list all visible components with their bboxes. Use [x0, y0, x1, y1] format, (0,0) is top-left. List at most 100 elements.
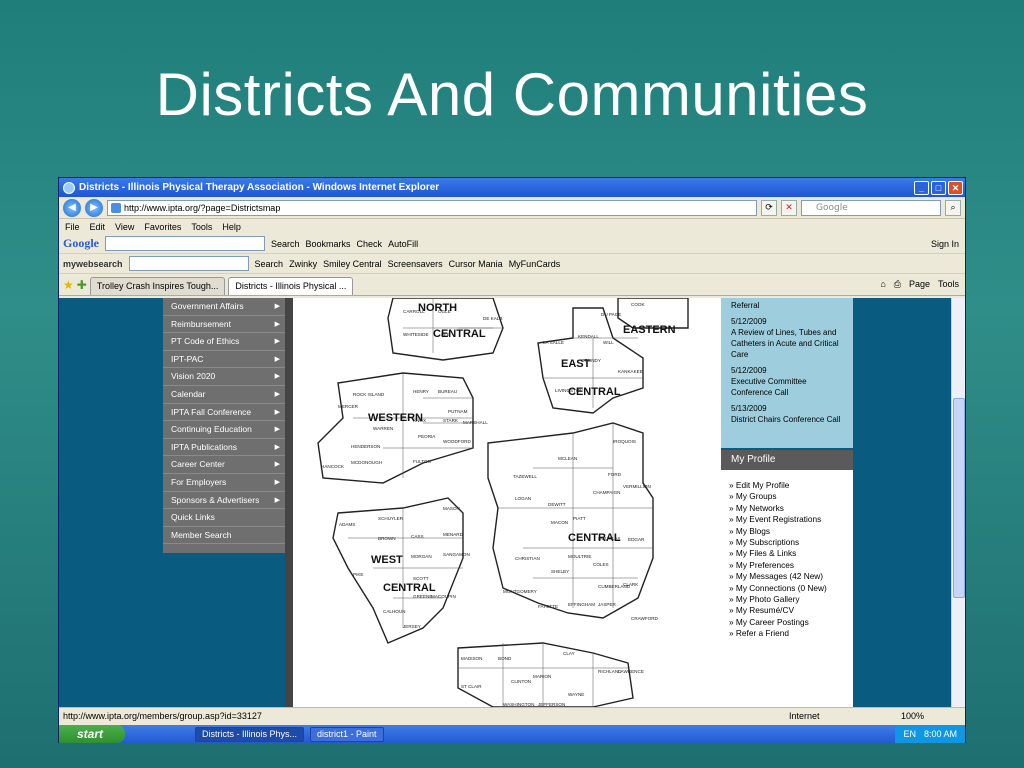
tab-trolley[interactable]: Trolley Crash Inspires Tough... [89, 277, 226, 295]
vertical-scrollbar[interactable] [951, 298, 965, 707]
district-map[interactable]: NORTH CENTRAL EASTERN EAST CENTRAL WESTERN CEN… [293, 298, 721, 707]
favorites-star-icon[interactable]: ★ [63, 278, 74, 292]
county-label: GRUNDY [581, 358, 601, 363]
profile-link[interactable]: » My Subscriptions [729, 537, 845, 548]
chevron-right-icon: ▶ [274, 373, 280, 381]
task-ie[interactable]: Districts - Illinois Phys... [195, 726, 305, 742]
profile-link[interactable]: » My Groups [729, 491, 845, 502]
sidebar-item[interactable]: Member Search [163, 527, 285, 545]
sidebar-item[interactable]: Quick Links [163, 509, 285, 527]
smiley-central-button[interactable]: Smiley Central [323, 259, 382, 269]
cursor-mania-button[interactable]: Cursor Mania [449, 259, 503, 269]
county-label: PIATT [573, 516, 586, 521]
profile-link[interactable]: » My Connections (0 New) [729, 583, 845, 594]
news-link[interactable]: Executive Committee Conference Call [731, 377, 807, 397]
sidebar-item[interactable]: Sponsors & Advertisers ▶ [163, 492, 285, 510]
minimize-button[interactable]: _ [914, 180, 929, 195]
county-label: COOK [631, 302, 645, 307]
sidebar-item[interactable]: Government Affairs ▶ [163, 298, 285, 316]
profile-link[interactable]: » My Photo Gallery [729, 594, 845, 605]
profile-link[interactable]: » My Resumé/CV [729, 605, 845, 616]
menu-edit[interactable]: Edit [90, 222, 106, 232]
myfuncards-button[interactable]: MyFunCards [509, 259, 561, 269]
menu-view[interactable]: View [115, 222, 134, 232]
websearch-button[interactable]: Search [255, 259, 284, 269]
sidebar-item[interactable]: Continuing Education ▶ [163, 421, 285, 439]
sidebar-item[interactable]: PT Code of Ethics ▶ [163, 333, 285, 351]
screensavers-button[interactable]: Screensavers [388, 259, 443, 269]
district-label: WEST [371, 554, 403, 566]
county-label: CLAY [563, 651, 575, 656]
close-button[interactable]: ✕ [948, 180, 963, 195]
page-menu[interactable]: Page [909, 279, 930, 290]
check-button[interactable]: Check [357, 239, 383, 249]
task-paint[interactable]: district1 - Paint [310, 726, 384, 742]
menu-tools[interactable]: Tools [191, 222, 212, 232]
sidebar-item[interactable]: Vision 2020 ▶ [163, 368, 285, 386]
home-icon[interactable]: ⌂ [880, 279, 885, 290]
zwinky-button[interactable]: Zwinky [289, 259, 317, 269]
menu-file[interactable]: File [65, 222, 80, 232]
county-label: KNOX [413, 418, 426, 423]
tab-districts[interactable]: Districts - Illinois Physical ... [228, 277, 354, 295]
tools-menu[interactable]: Tools [938, 279, 959, 290]
back-button[interactable]: ◀ [63, 198, 81, 217]
sidebar-item[interactable]: IPTA Publications ▶ [163, 439, 285, 457]
search-input[interactable]: Google [801, 199, 941, 216]
sign-in-button[interactable]: Sign In [931, 239, 965, 249]
maximize-button[interactable]: □ [931, 180, 946, 195]
search-icon[interactable]: ⌕ [945, 199, 961, 216]
news-link[interactable]: A Review of Lines, Tubes and Catheters i… [731, 328, 839, 359]
google-search-button[interactable]: Search [271, 239, 300, 249]
county-label: CLINTON [511, 679, 531, 684]
bookmarks-button[interactable]: Bookmarks [306, 239, 351, 249]
profile-link[interactable]: » Edit My Profile [729, 480, 845, 491]
profile-link[interactable]: » My Messages (42 New) [729, 571, 845, 582]
stop-button[interactable]: ✕ [781, 199, 797, 216]
print-icon[interactable]: ⎙ [894, 279, 901, 290]
menu-help[interactable]: Help [222, 222, 241, 232]
forward-button[interactable]: ▶ [85, 198, 103, 217]
chevron-right-icon: ▶ [274, 320, 280, 328]
security-zone: Internet [789, 711, 820, 721]
sidebar-item[interactable]: Calendar ▶ [163, 386, 285, 404]
sidebar-item[interactable]: Career Center ▶ [163, 456, 285, 474]
sidebar-item[interactable]: For Employers ▶ [163, 474, 285, 492]
county-label: SCOTT [413, 576, 429, 581]
profile-link[interactable]: » My Files & Links [729, 548, 845, 559]
sidebar-item-label: IPTA Fall Conference [171, 406, 252, 417]
add-favorites-icon[interactable]: ✚ [77, 278, 87, 292]
zoom-level[interactable]: 100% [901, 708, 924, 725]
county-label: EFFINGHAM [568, 602, 595, 607]
sidebar-item-label: Reimbursement [171, 318, 231, 329]
autofill-button[interactable]: AutoFill [388, 239, 418, 249]
county-label: WHITESIDE [403, 332, 429, 337]
profile-link[interactable]: » My Networks [729, 503, 845, 514]
menu-favorites[interactable]: Favorites [144, 222, 181, 232]
district-label: EASTERN [623, 324, 676, 336]
status-url: http://www.ipta.org/members/group.asp?id… [63, 711, 262, 721]
profile-link[interactable]: » My Event Registrations [729, 514, 845, 525]
profile-link[interactable]: » Refer a Friend [729, 628, 845, 639]
websearch-input[interactable] [128, 256, 249, 271]
refresh-button[interactable]: ⟳ [761, 199, 777, 216]
google-search-input[interactable] [105, 236, 265, 251]
county-label: BROWN [378, 536, 396, 541]
sidebar-item[interactable]: IPTA Fall Conference ▶ [163, 404, 285, 422]
sidebar-item[interactable]: IPT-PAC ▶ [163, 351, 285, 369]
profile-link[interactable]: » My Blogs [729, 526, 845, 537]
language-indicator[interactable]: EN [903, 725, 916, 743]
county-label: BOND [498, 656, 512, 661]
start-button[interactable]: start [59, 725, 125, 743]
county-label: MOULTRIE [568, 554, 591, 559]
county-label: TAZEWELL [513, 474, 537, 479]
profile-link[interactable]: » My Preferences [729, 560, 845, 571]
sidebar-item-label: IPTA Publications [171, 441, 237, 452]
scrollbar-thumb[interactable] [953, 398, 965, 598]
sidebar-item-label: Career Center [171, 459, 225, 470]
county-label: EDGAR [628, 537, 645, 542]
profile-link[interactable]: » My Career Postings [729, 617, 845, 628]
address-bar[interactable]: http://www.ipta.org/?page=Districtsmap [107, 199, 757, 216]
sidebar-item[interactable]: Reimbursement ▶ [163, 316, 285, 334]
news-link[interactable]: District Chairs Conference Call [731, 415, 840, 424]
